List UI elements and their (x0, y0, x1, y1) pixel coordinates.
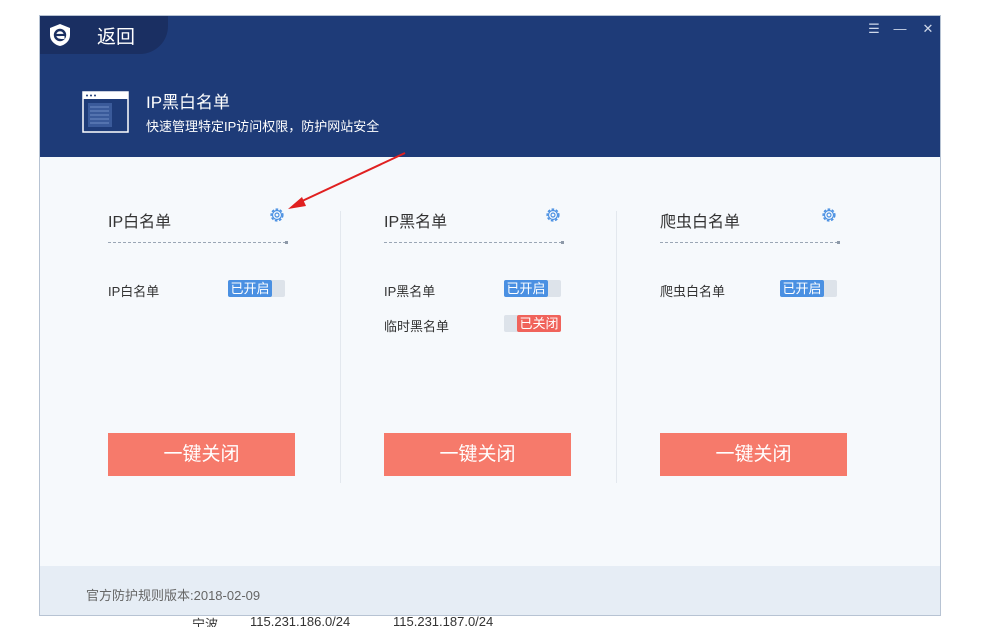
city-cell: 宁波 (192, 617, 219, 627)
gear-icon[interactable] (820, 206, 838, 224)
setting-row: IP白名单 已开启 (108, 280, 286, 299)
status-toggle[interactable]: 已关闭 (504, 315, 561, 332)
minimize-icon[interactable]: — (891, 20, 909, 38)
gear-icon[interactable] (268, 206, 286, 224)
dotted-divider (660, 241, 840, 244)
column-divider (340, 211, 341, 483)
back-button[interactable]: 返回 (97, 22, 135, 49)
close-icon[interactable]: ✕ (919, 20, 937, 38)
row-label: 爬虫白名单 (660, 284, 726, 299)
setting-row: 爬虫白名单 已开启 (660, 280, 838, 299)
app-window: 返回 ☰ — ✕ IP黑白名单 快速管理特定IP访问权限，防护网站安全 IP白名… (39, 15, 941, 616)
panel-title: IP黑名单 (384, 214, 448, 231)
panel-title: IP白名单 (108, 214, 172, 231)
header: 返回 ☰ — ✕ IP黑白名单 快速管理特定IP访问权限，防护网站安全 (40, 16, 940, 157)
status-toggle[interactable]: 已开启 (228, 280, 285, 297)
menu-icon[interactable]: ☰ (865, 20, 883, 38)
status-toggle[interactable]: 已开启 (780, 280, 837, 297)
status-badge: 已开启 (504, 280, 548, 297)
close-all-button[interactable]: 一键关闭 (384, 433, 571, 476)
setting-row: 临时黑名单 已关闭 (384, 315, 562, 334)
close-all-button[interactable]: 一键关闭 (108, 433, 295, 476)
column-divider (616, 211, 617, 483)
dotted-divider (108, 241, 288, 244)
status-toggle[interactable]: 已开启 (504, 280, 561, 297)
page-title: IP黑白名单 (146, 93, 231, 112)
page-subtitle: 快速管理特定IP访问权限，防护网站安全 (146, 119, 380, 134)
status-badge: 已开启 (228, 280, 272, 297)
panel-title: 爬虫白名单 (660, 214, 741, 231)
row-label: IP黑名单 (384, 284, 436, 299)
ip-cell: 115.231.186.0/24 (250, 614, 351, 627)
setting-row: IP黑名单 已开启 (384, 280, 562, 299)
rule-version: 官方防护规则版本:2018-02-09 (86, 588, 261, 603)
status-badge: 已开启 (780, 280, 824, 297)
dotted-divider (384, 241, 564, 244)
browser-window-icon (82, 91, 129, 133)
shield-logo-icon (50, 24, 70, 46)
status-badge: 已关闭 (517, 315, 561, 332)
row-label: 临时黑名单 (384, 319, 450, 334)
ip-cell: 115.231.187.0/24 (393, 614, 494, 627)
gear-icon[interactable] (544, 206, 562, 224)
back-tab: 返回 (40, 16, 168, 54)
close-all-button[interactable]: 一键关闭 (660, 433, 847, 476)
row-label: IP白名单 (108, 284, 160, 299)
